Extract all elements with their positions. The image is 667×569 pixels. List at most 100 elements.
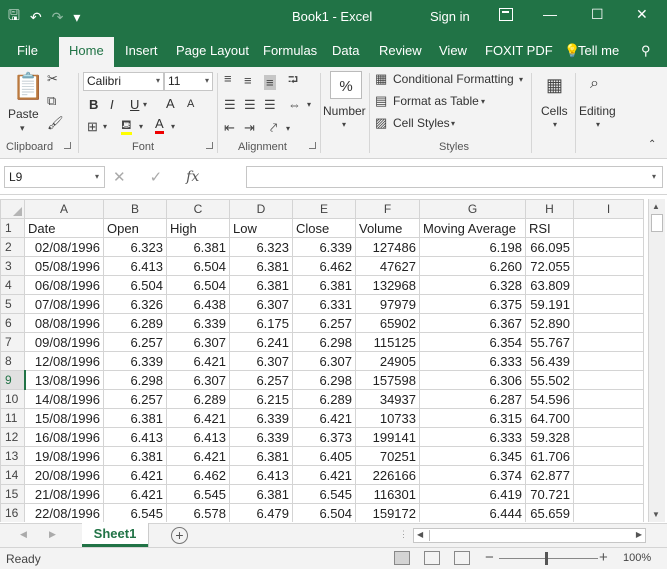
zoom-in-button[interactable]: + <box>599 549 608 566</box>
undo-icon[interactable]: ↶ <box>30 9 42 26</box>
sign-in-link[interactable]: Sign in <box>430 9 470 24</box>
data-cell[interactable]: 6.307 <box>229 351 293 371</box>
font-name-combo[interactable]: Calibri ▾ <box>83 72 164 91</box>
expand-formula-icon[interactable]: ▾ <box>652 172 656 181</box>
data-cell[interactable]: 59.191 <box>525 294 574 314</box>
data-cell[interactable]: 6.545 <box>103 503 167 522</box>
data-cell[interactable]: 6.241 <box>229 332 293 352</box>
data-cell[interactable]: 10733 <box>355 408 420 428</box>
row-header[interactable]: 1 <box>0 218 25 238</box>
data-cell[interactable]: 6.289 <box>166 389 230 409</box>
orientation-icon[interactable]: ⤤ <box>270 120 277 136</box>
data-cell[interactable] <box>573 351 644 371</box>
data-cell[interactable]: 6.381 <box>292 275 356 295</box>
data-cell[interactable]: 64.700 <box>525 408 574 428</box>
data-cell[interactable]: 22/08/1996 <box>24 503 104 522</box>
data-cell[interactable]: 116301 <box>355 484 420 504</box>
data-cell[interactable]: 6.479 <box>229 503 293 522</box>
row-header[interactable]: 6 <box>0 313 25 333</box>
data-cell[interactable]: 6.381 <box>166 237 230 257</box>
align-center-icon[interactable]: ☰ <box>244 97 256 113</box>
tab-home[interactable]: Home <box>59 37 114 67</box>
data-cell[interactable]: 199141 <box>355 427 420 447</box>
data-cell[interactable]: 65.659 <box>525 503 574 522</box>
column-header[interactable]: C <box>166 199 230 219</box>
data-cell[interactable]: 59.328 <box>525 427 574 447</box>
data-cell[interactable]: 6.444 <box>419 503 526 522</box>
row-header[interactable]: 2 <box>0 237 25 257</box>
zoom-slider[interactable] <box>499 558 598 559</box>
data-cell[interactable]: 6.354 <box>419 332 526 352</box>
header-cell[interactable]: High <box>166 218 230 238</box>
scroll-right-icon[interactable]: ▶ <box>636 530 642 539</box>
data-cell[interactable]: 6.421 <box>292 408 356 428</box>
data-cell[interactable]: 6.413 <box>229 465 293 485</box>
data-cell[interactable]: 6.307 <box>229 294 293 314</box>
data-cell[interactable]: 6.323 <box>103 237 167 257</box>
scroll-up-icon[interactable]: ▲ <box>652 202 660 211</box>
data-cell[interactable] <box>573 313 644 333</box>
data-cell[interactable]: 61.706 <box>525 446 574 466</box>
data-cell[interactable]: 6.413 <box>166 427 230 447</box>
clipboard-launcher-icon[interactable] <box>64 142 71 149</box>
data-cell[interactable]: 6.381 <box>229 275 293 295</box>
paste-icon[interactable]: 📋 <box>12 71 44 102</box>
data-cell[interactable]: 6.419 <box>419 484 526 504</box>
conditional-formatting-icon[interactable]: ▦ <box>375 71 387 87</box>
data-cell[interactable]: 6.175 <box>229 313 293 333</box>
tab-formulas[interactable]: Formulas <box>263 43 317 58</box>
data-cell[interactable]: 70251 <box>355 446 420 466</box>
data-cell[interactable]: 6.331 <box>292 294 356 314</box>
header-cell[interactable]: RSI <box>525 218 574 238</box>
data-cell[interactable]: 6.421 <box>103 465 167 485</box>
data-cell[interactable]: 6.287 <box>419 389 526 409</box>
row-header[interactable]: 9 <box>0 370 26 390</box>
data-cell[interactable] <box>573 408 644 428</box>
row-header[interactable]: 16 <box>0 503 25 522</box>
data-cell[interactable]: 6.421 <box>103 484 167 504</box>
data-cell[interactable] <box>573 484 644 504</box>
cells-dropdown-icon[interactable]: ▾ <box>553 120 557 129</box>
data-cell[interactable]: 65902 <box>355 313 420 333</box>
data-cell[interactable]: 6.367 <box>419 313 526 333</box>
close-button[interactable]: ✕ <box>636 6 648 23</box>
editing-button[interactable]: Editing <box>579 104 616 118</box>
data-cell[interactable]: 6.413 <box>103 427 167 447</box>
middle-align-icon[interactable]: ≡ <box>244 73 252 88</box>
data-cell[interactable]: 55.767 <box>525 332 574 352</box>
data-cell[interactable]: 6.373 <box>292 427 356 447</box>
data-cell[interactable]: 20/08/1996 <box>24 465 104 485</box>
scroll-down-icon[interactable]: ▼ <box>652 510 660 519</box>
find-icon[interactable]: ⌕ <box>590 75 599 93</box>
vertical-scrollbar[interactable]: ▲ ▼ <box>648 199 665 522</box>
tab-foxit-pdf[interactable]: FOXIT PDF <box>485 43 553 58</box>
header-cell[interactable]: Open <box>103 218 167 238</box>
data-cell[interactable]: 08/08/1996 <box>24 313 104 333</box>
data-cell[interactable] <box>573 446 644 466</box>
data-cell[interactable]: 6.307 <box>292 351 356 371</box>
data-cell[interactable]: 6.307 <box>166 332 230 352</box>
number-button[interactable]: Number <box>323 104 366 118</box>
data-cell[interactable]: 6.289 <box>292 389 356 409</box>
data-cell[interactable]: 6.215 <box>229 389 293 409</box>
cell-styles-dropdown-icon[interactable]: ▾ <box>451 119 455 128</box>
data-cell[interactable]: 6.257 <box>229 370 293 390</box>
sheet-tab[interactable]: Sheet1 <box>82 523 148 547</box>
data-cell[interactable]: 70.721 <box>525 484 574 504</box>
data-cell[interactable]: 6.504 <box>292 503 356 522</box>
column-header[interactable]: A <box>24 199 104 219</box>
data-cell[interactable]: 6.421 <box>166 351 230 371</box>
data-cell[interactable]: 6.438 <box>166 294 230 314</box>
data-cell[interactable]: 6.345 <box>419 446 526 466</box>
data-cell[interactable] <box>573 256 644 276</box>
header-cell[interactable]: Date <box>24 218 104 238</box>
data-cell[interactable]: 06/08/1996 <box>24 275 104 295</box>
data-cell[interactable]: 6.339 <box>103 351 167 371</box>
next-sheet-icon[interactable]: ▶ <box>49 529 56 540</box>
alignment-launcher-icon[interactable] <box>309 142 316 149</box>
row-header[interactable]: 11 <box>0 408 25 428</box>
row-header[interactable]: 13 <box>0 446 25 466</box>
row-header[interactable]: 5 <box>0 294 25 314</box>
data-cell[interactable]: 6.315 <box>419 408 526 428</box>
data-cell[interactable]: 72.055 <box>525 256 574 276</box>
